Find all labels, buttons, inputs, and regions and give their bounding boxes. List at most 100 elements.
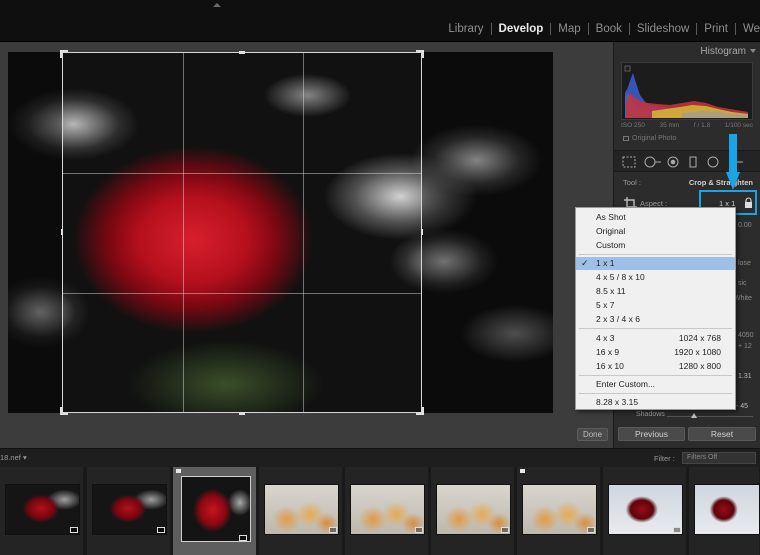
exposure-value: 1.31 bbox=[738, 373, 752, 380]
previous-button[interactable]: Previous bbox=[618, 427, 685, 441]
thumbnail-image bbox=[92, 484, 167, 535]
checkmark-icon: ✓ bbox=[581, 258, 589, 268]
lightroom-develop-window: Library Develop Map Book Slideshow Print… bbox=[0, 0, 760, 555]
aspect-option-label: 8.28 x 3.15 bbox=[596, 397, 639, 407]
menu-separator bbox=[579, 393, 732, 394]
crop-grid-line bbox=[63, 173, 421, 174]
edited-badge-icon bbox=[157, 527, 165, 533]
filter-dropdown[interactable]: Filters Off bbox=[682, 452, 756, 464]
aspect-option-label: 4 x 5 / 8 x 10 bbox=[596, 272, 645, 282]
aspect-option-enter-custom[interactable]: Enter Custom... bbox=[576, 378, 735, 391]
histogram-header[interactable]: Histogram bbox=[700, 46, 756, 57]
crop-handle-top[interactable] bbox=[239, 51, 245, 54]
aspect-option-5x7[interactable]: 5 x 7 bbox=[576, 299, 735, 312]
module-slideshow[interactable]: Slideshow bbox=[630, 23, 696, 35]
filmstrip-thumbnail[interactable] bbox=[689, 467, 760, 555]
crop-handle-right[interactable] bbox=[421, 229, 423, 235]
menu-separator bbox=[579, 254, 732, 255]
menu-separator bbox=[579, 375, 732, 376]
module-print[interactable]: Print bbox=[697, 23, 735, 35]
thumbnail-image bbox=[350, 484, 425, 535]
filmstrip-thumbnail[interactable] bbox=[431, 467, 515, 555]
crop-overlay-tool-icon[interactable] bbox=[622, 156, 636, 168]
aspect-option-16x9[interactable]: 16 x 9 1920 x 1080 bbox=[576, 346, 735, 359]
filename-label: 18.nef bbox=[0, 453, 21, 462]
thumbnail-image bbox=[522, 484, 597, 535]
filmstrip-thumbnail[interactable] bbox=[517, 467, 601, 555]
exif-aperture: f / 1.8 bbox=[693, 122, 711, 129]
module-picker-bar: Library Develop Map Book Slideshow Print… bbox=[0, 0, 760, 42]
panel-collapse-triangle-icon[interactable] bbox=[213, 3, 221, 7]
module-develop[interactable]: Develop bbox=[492, 23, 551, 35]
graduated-filter-tool-icon[interactable] bbox=[688, 156, 698, 168]
crop-handle-top-right[interactable] bbox=[422, 50, 424, 58]
shadows-slider-knob[interactable] bbox=[691, 413, 697, 418]
crop-handle-bottom-left[interactable] bbox=[60, 407, 62, 415]
annotation-arrow-icon bbox=[726, 134, 740, 190]
aspect-option-as-shot[interactable]: As Shot bbox=[576, 211, 735, 224]
basic-section-label[interactable]: sic bbox=[738, 280, 747, 287]
done-button[interactable]: Done bbox=[577, 428, 608, 441]
crop-handle-top-left[interactable] bbox=[60, 50, 62, 58]
crop-grid-line bbox=[63, 293, 421, 294]
filmstrip-thumbnail-selected[interactable] bbox=[173, 467, 257, 555]
filmstrip-filename[interactable]: 18.nef ▾ bbox=[0, 453, 27, 462]
crop-handle-bottom[interactable] bbox=[239, 412, 245, 415]
edited-badge-icon bbox=[415, 527, 423, 533]
aspect-option-4x3[interactable]: 4 x 3 1024 x 768 bbox=[576, 332, 735, 345]
filmstrip-thumbnail[interactable] bbox=[603, 467, 687, 555]
aspect-option-label: 4 x 3 bbox=[596, 333, 615, 343]
aspect-option-recent[interactable]: 8.28 x 3.15 bbox=[576, 396, 735, 409]
aspect-option-original[interactable]: Original bbox=[576, 225, 735, 238]
aspect-option-custom[interactable]: Custom bbox=[576, 239, 735, 252]
thumbnail-image bbox=[436, 484, 511, 535]
edited-badge-icon bbox=[501, 527, 509, 533]
module-map[interactable]: Map bbox=[551, 23, 587, 35]
filmstrip-thumbnail[interactable] bbox=[87, 467, 171, 555]
original-photo-toggle[interactable]: Original Photo bbox=[623, 135, 676, 142]
crop-handle-left[interactable] bbox=[61, 229, 63, 235]
exif-shutter: 1/100 sec bbox=[724, 122, 753, 129]
red-eye-tool-icon[interactable] bbox=[666, 156, 680, 168]
edited-badge-icon bbox=[587, 527, 595, 533]
radial-filter-tool-icon[interactable] bbox=[706, 156, 720, 168]
histogram-label: Histogram bbox=[700, 46, 746, 57]
aspect-option-label: Original bbox=[596, 226, 626, 236]
aspect-option-label: 5 x 7 bbox=[596, 300, 615, 310]
crop-handle-bottom-right[interactable] bbox=[422, 407, 424, 415]
tint-value: + 12 bbox=[738, 343, 752, 350]
edited-badge-icon bbox=[329, 527, 337, 533]
aspect-option-resolution: 1024 x 768 bbox=[678, 333, 721, 343]
close-label[interactable]: lose bbox=[738, 260, 751, 267]
filmstrip-thumbnail[interactable] bbox=[259, 467, 343, 555]
panel-value: 0.00 bbox=[738, 222, 752, 229]
spot-removal-tool-icon[interactable] bbox=[644, 156, 662, 168]
aspect-option-label: Enter Custom... bbox=[596, 379, 656, 389]
aspect-option-1x1[interactable]: ✓ 1 x 1 bbox=[576, 257, 735, 270]
aspect-option-4x5[interactable]: 4 x 5 / 8 x 10 bbox=[576, 271, 735, 284]
highlights-value: - 45 bbox=[736, 403, 749, 410]
module-web[interactable]: We bbox=[736, 23, 760, 35]
photo-icon bbox=[623, 135, 629, 141]
histogram[interactable] bbox=[621, 62, 753, 120]
filmstrip-thumbnail[interactable] bbox=[0, 467, 84, 555]
histogram-graph bbox=[624, 65, 748, 118]
filmstrip-thumbnail[interactable] bbox=[345, 467, 429, 555]
aspect-option-label: Custom bbox=[596, 240, 626, 250]
aspect-option-16x10[interactable]: 16 x 10 1280 x 800 bbox=[576, 360, 735, 373]
shadows-slider[interactable] bbox=[667, 416, 753, 417]
aspect-option-2x3[interactable]: 2 x 3 / 4 x 6 bbox=[576, 313, 735, 326]
crop-grid-line bbox=[303, 53, 304, 412]
edited-badge-icon bbox=[70, 527, 78, 533]
module-book[interactable]: Book bbox=[589, 23, 629, 35]
module-library[interactable]: Library bbox=[441, 23, 490, 35]
shadows-label: Shadows bbox=[636, 411, 665, 418]
aspect-option-label: 2 x 3 / 4 x 6 bbox=[596, 314, 640, 324]
reset-button[interactable]: Reset bbox=[688, 427, 756, 441]
aspect-menu: As Shot Original Custom ✓ 1 x 1 4 x 5 / 8… bbox=[575, 207, 736, 410]
crop-grid-line bbox=[183, 53, 184, 412]
filmstrip bbox=[0, 467, 760, 555]
crop-frame[interactable] bbox=[62, 52, 422, 413]
flag-icon bbox=[176, 469, 181, 473]
aspect-option-8-5x11[interactable]: 8.5 x 11 bbox=[576, 285, 735, 298]
